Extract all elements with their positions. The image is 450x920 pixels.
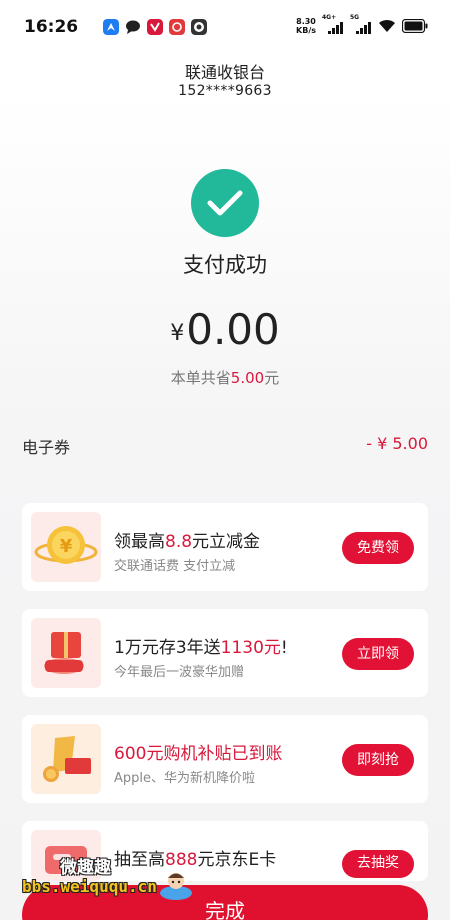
promo-card[interactable]: ¥ 领最高8.8元立减金 交联通话费 支付立减 免费领 <box>22 503 428 591</box>
promo-card[interactable]: 1万元存3年送1130元! 今年最后一波豪华加赠 立即领 <box>22 609 428 697</box>
mascot-icon <box>160 873 192 900</box>
sim2-label: 5G <box>350 14 360 21</box>
map-app-icon <box>103 19 119 35</box>
gift-box-icon <box>31 618 101 688</box>
free-claim-button[interactable]: 免费领 <box>342 532 414 564</box>
promo-subtitle: 交联通话费 支付立减 <box>114 559 236 574</box>
coupon-label: 电子券 <box>22 438 71 457</box>
promo-card[interactable]: 600元购机补贴已到账 Apple、华为新机降价啦 即刻抢 <box>22 715 428 803</box>
promo-title-highlight: 8.8 <box>165 532 193 552</box>
coupon-value: - ¥ 5.00 <box>366 434 428 453</box>
account-number: 152****9663 <box>178 83 272 99</box>
promo-title: 600元购机补贴已到账 <box>114 744 283 764</box>
watermark-title: 微趣趣 <box>60 858 111 878</box>
red-app-icon-2 <box>169 19 185 35</box>
promo-title-highlight: 1130元 <box>220 638 281 658</box>
signal-sim2-icon: 5G <box>350 14 372 34</box>
red-app-icon <box>147 19 163 35</box>
paid-amount: ¥0.00 <box>0 305 450 354</box>
net-speed-value: 8.30 <box>296 17 316 26</box>
promo-title: 1万元存3年送1130元! <box>114 633 288 658</box>
net-speed-unit: KB/s <box>296 26 316 35</box>
payment-success-title: 支付成功 <box>183 253 267 277</box>
promo-title: 抽至高888元京东E卡 <box>114 845 276 870</box>
promo-title-post: ! <box>280 638 288 658</box>
promo-title-pre: 领最高 <box>114 532 165 552</box>
watermark-url: bbs.weiququ.cn <box>22 877 157 896</box>
network-speed: 8.30 KB/s <box>296 17 316 35</box>
sim1-label: 4G+ <box>322 14 337 21</box>
signal-sim1-icon: 4G+ <box>322 14 344 34</box>
promo-subtitle: Apple、华为新机降价啦 <box>114 771 256 786</box>
status-indicators: 8.30 KB/s 4G+ 5G <box>296 14 428 35</box>
saved-amount: 5.00 <box>230 369 265 387</box>
saved-prefix: 本单共省 <box>170 369 231 387</box>
success-check-icon <box>191 169 259 237</box>
battery-icon <box>402 19 428 33</box>
claim-now-button[interactable]: 立即领 <box>342 638 414 670</box>
chat-bubble-icon <box>126 20 140 34</box>
saved-summary: 本单共省5.00元 <box>0 367 450 388</box>
grab-now-button[interactable]: 即刻抢 <box>342 744 414 776</box>
circle-app-icon <box>191 19 207 35</box>
promo-title-post: 元京东E卡 <box>197 850 277 870</box>
wifi-icon <box>379 19 395 32</box>
lottery-button[interactable]: 去抽奖 <box>342 850 414 878</box>
promo-title: 领最高8.8元立减金 <box>114 527 260 552</box>
red-envelope-icon <box>31 724 101 794</box>
amount-value: 0.00 <box>186 305 280 354</box>
status-app-icons <box>103 19 207 35</box>
promo-title-pre: 抽至高 <box>114 850 165 870</box>
promo-title-post: 元立减金 <box>192 532 261 552</box>
saved-suffix: 元 <box>264 369 280 387</box>
promo-subtitle: 今年最后一波豪华加赠 <box>114 665 245 680</box>
currency-symbol: ¥ <box>170 321 185 346</box>
status-bar: 16:26 8.30 KB/s 4G+ 5G <box>0 0 450 56</box>
merchant-name: 联通收银台 <box>184 63 265 82</box>
svg-text:¥: ¥ <box>60 536 73 557</box>
status-time: 16:26 <box>24 17 79 37</box>
promo-title-highlight: 888 <box>165 850 198 870</box>
gold-coin-icon: ¥ <box>31 512 101 582</box>
promo-title-pre: 1万元存3年送 <box>114 638 221 658</box>
